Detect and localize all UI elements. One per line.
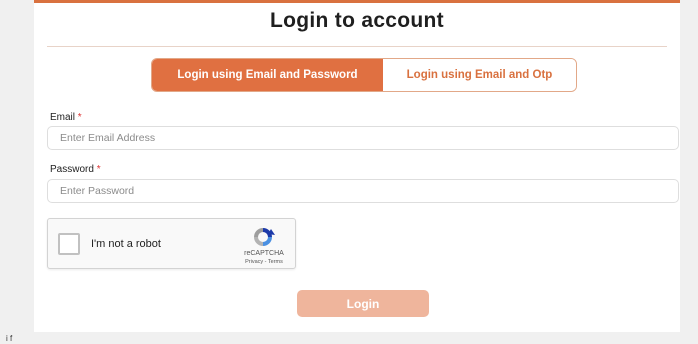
- recaptcha-brand: reCAPTCHA: [244, 250, 284, 257]
- title-divider: [47, 46, 667, 47]
- page-title: Login to account: [270, 9, 444, 32]
- tab-email-otp[interactable]: Login using Email and Otp: [383, 59, 576, 91]
- tab-email-password[interactable]: Login using Email and Password: [152, 59, 383, 91]
- password-label: Password *: [50, 164, 101, 175]
- email-field[interactable]: [47, 126, 679, 150]
- password-field[interactable]: [47, 179, 679, 203]
- recaptcha-label: I'm not a robot: [91, 238, 161, 250]
- login-button[interactable]: Login: [297, 290, 429, 317]
- login-method-tabs: Login using Email and Password Login usi…: [151, 58, 577, 92]
- recaptcha-checkbox[interactable]: [58, 233, 80, 255]
- email-label: Email *: [50, 112, 82, 123]
- required-marker: *: [96, 164, 101, 175]
- recaptcha-widget: I'm not a robot reCAPTCHA Privacy - Term…: [47, 218, 296, 269]
- recaptcha-logo-icon: [254, 228, 275, 246]
- login-card: Login to account Login using Email and P…: [34, 0, 680, 332]
- stray-text: i f: [6, 334, 13, 343]
- required-marker: *: [77, 112, 82, 123]
- recaptcha-links[interactable]: Privacy - Terms: [234, 259, 294, 265]
